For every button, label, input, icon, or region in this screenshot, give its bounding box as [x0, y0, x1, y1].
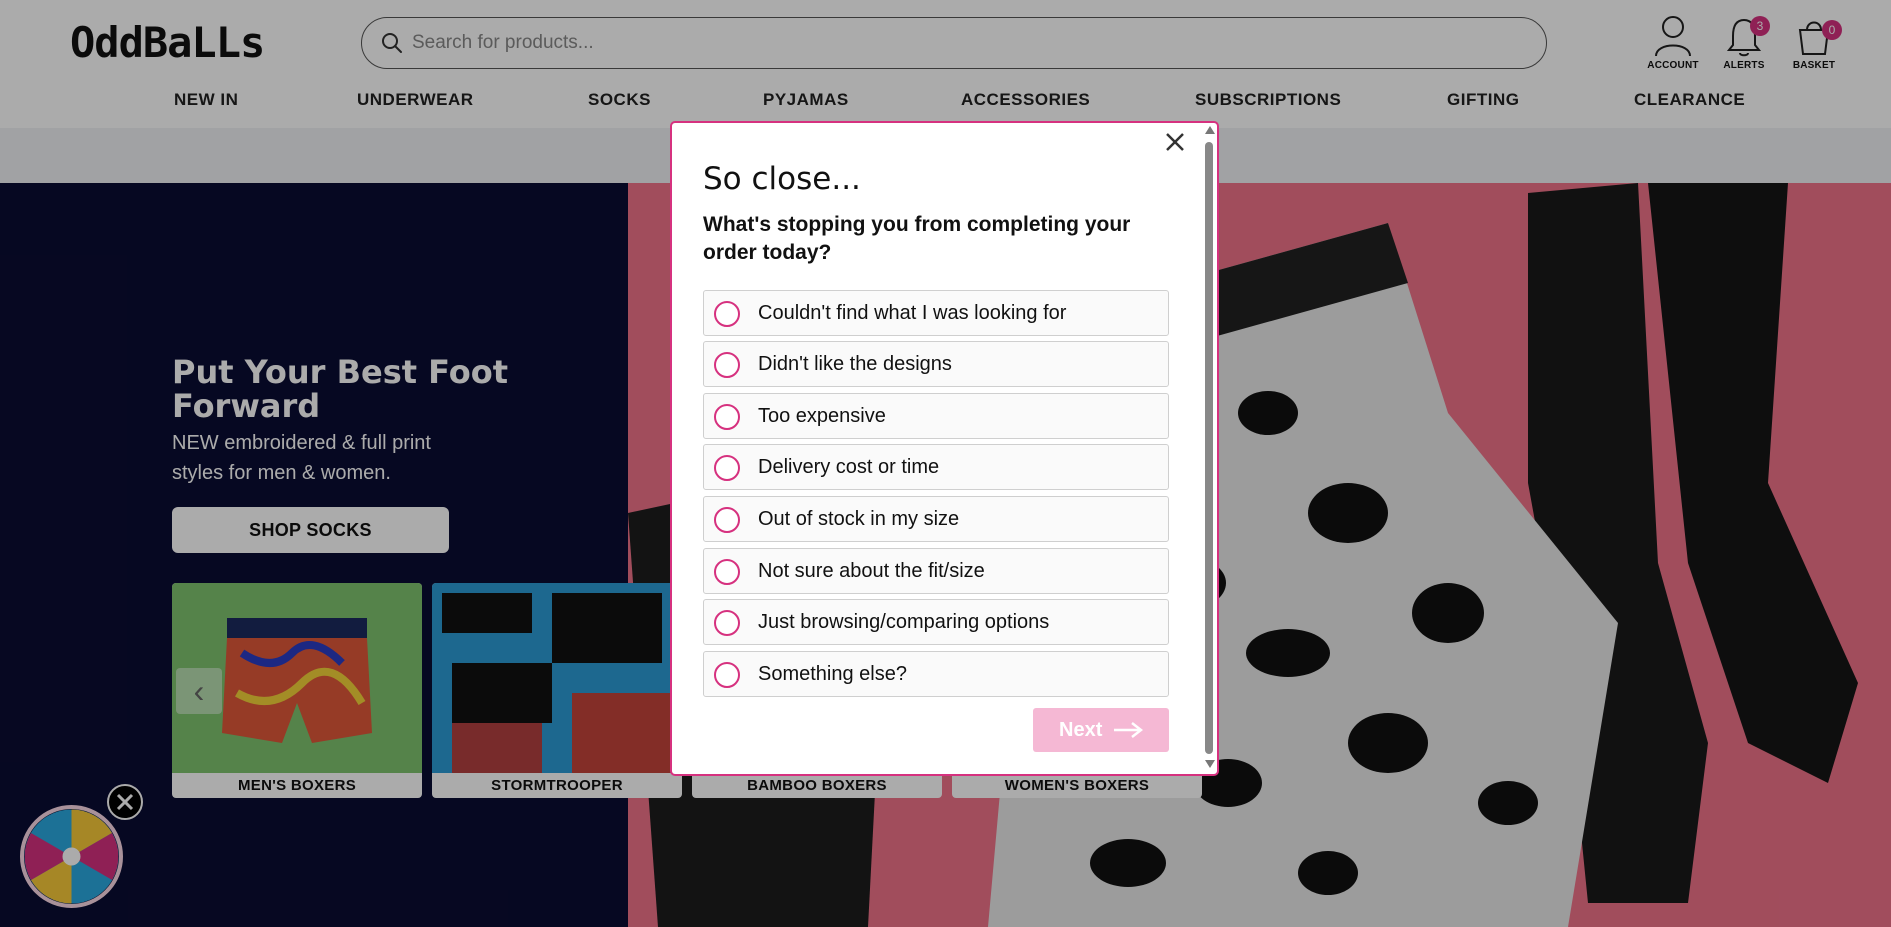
option-delivery[interactable]: Delivery cost or time	[703, 444, 1169, 490]
radio-button[interactable]	[714, 610, 740, 636]
option-label: Delivery cost or time	[758, 456, 940, 478]
option-fit-size[interactable]: Not sure about the fit/size	[703, 548, 1169, 594]
radio-button[interactable]	[714, 559, 740, 585]
radio-button[interactable]	[714, 301, 740, 327]
option-label: Couldn't find what I was looking for	[758, 302, 1067, 324]
next-button[interactable]: Next	[1033, 708, 1169, 752]
option-label: Something else?	[758, 663, 907, 685]
option-label: Not sure about the fit/size	[758, 560, 985, 582]
modal-scrollbar[interactable]	[1202, 123, 1216, 773]
arrow-right-icon	[1114, 722, 1143, 738]
radio-button[interactable]	[714, 352, 740, 378]
scrollbar-thumb[interactable]	[1205, 142, 1213, 754]
scroll-up-arrow[interactable]	[1205, 126, 1215, 134]
option-label: Out of stock in my size	[758, 508, 960, 530]
option-label: Just browsing/comparing options	[758, 611, 1050, 633]
radio-button[interactable]	[714, 455, 740, 481]
radio-button[interactable]	[714, 662, 740, 688]
close-icon[interactable]	[1162, 129, 1188, 155]
option-label: Didn't like the designs	[758, 353, 952, 375]
option-just-browsing[interactable]: Just browsing/comparing options	[703, 599, 1169, 645]
radio-button[interactable]	[714, 404, 740, 430]
scroll-down-arrow[interactable]	[1205, 760, 1215, 768]
option-label: Too expensive	[758, 405, 886, 427]
option-too-expensive[interactable]: Too expensive	[703, 393, 1169, 439]
next-label: Next	[1059, 719, 1103, 741]
modal-question: What's stopping you from completing your…	[703, 213, 1131, 264]
option-something-else[interactable]: Something else?	[703, 651, 1169, 697]
exit-survey-modal: So close... What's stopping you from com…	[670, 121, 1219, 776]
modal-title: So close...	[703, 161, 861, 197]
option-out-of-stock[interactable]: Out of stock in my size	[703, 496, 1169, 542]
option-couldnt-find[interactable]: Couldn't find what I was looking for	[703, 290, 1169, 336]
radio-button[interactable]	[714, 507, 740, 533]
option-didnt-like-designs[interactable]: Didn't like the designs	[703, 341, 1169, 387]
